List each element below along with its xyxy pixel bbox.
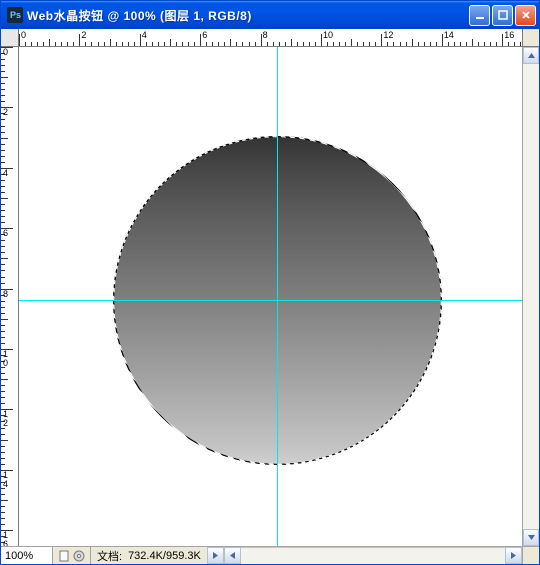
ruler-h-label: 0 [21,30,26,40]
guide-horizontal[interactable] [19,300,522,301]
ruler-h-label: 12 [383,30,393,40]
maximize-button[interactable] [492,5,513,26]
document-window: Ps Web水晶按钮 @ 100% (图层 1, RGB/8) 0 2 4 6 8 10 1… [0,0,540,565]
ruler-origin[interactable] [1,29,19,46]
ruler-v-label: 2 [3,108,8,117]
ruler-v-label: 2 [3,419,8,428]
ruler-v-label: 8 [3,290,8,299]
titlebar[interactable]: Ps Web水晶按钮 @ 100% (图层 1, RGB/8) [1,1,539,29]
disc-icon [73,550,85,562]
zoom-level[interactable]: 100% [1,547,53,564]
canvas[interactable] [19,47,522,546]
ruler-vertical[interactable]: 0246810121416 [1,47,19,546]
ruler-h-label: 16 [504,30,514,40]
chevron-right-icon [511,552,516,559]
ruler-v-label: 0 [3,359,8,368]
ruler-h-label: 4 [142,30,147,40]
scroll-down-button[interactable] [523,529,539,546]
status-doc-size: 732.4K/959.3K [128,547,207,564]
close-button[interactable] [515,5,536,26]
minimize-button[interactable] [469,5,490,26]
ruler-v-label: 4 [3,480,8,489]
chevron-right-icon [213,552,218,559]
chevron-left-icon [230,552,235,559]
chevron-down-icon [528,535,535,540]
status-menu-button[interactable] [207,547,224,564]
ruler-v-label: 4 [3,169,8,178]
scrollbar-corner-top [522,29,539,46]
scrollbar-horizontal[interactable] [224,547,522,564]
status-icons[interactable] [53,547,91,564]
ruler-h-label: 2 [81,30,86,40]
mid-row: 0246810121416 [1,47,539,546]
scrollbar-vertical[interactable] [522,47,539,546]
page-icon [58,550,70,562]
ruler-h-label: 14 [444,30,454,40]
window-title: Web水晶按钮 @ 100% (图层 1, RGB/8) [27,7,467,24]
scroll-right-button[interactable] [505,547,522,564]
scroll-track-vertical[interactable] [523,64,539,529]
scroll-left-button[interactable] [224,547,241,564]
status-doc-label: 文档: [91,547,128,564]
chevron-up-icon [528,53,535,58]
photoshop-icon: Ps [7,7,23,23]
ruler-horizontal[interactable]: 0 2 4 6 8 10 12 14 16 [19,29,522,46]
ruler-v-label: 6 [3,540,8,546]
workspace: 0 2 4 6 8 10 12 14 16 0 2 4 6 8 10 12 14 16 [1,29,539,564]
ruler-h-label: 10 [323,30,333,40]
svg-text:Ps: Ps [10,10,21,20]
scrollbar-corner-bottom [522,547,539,564]
guide-vertical[interactable] [277,47,278,546]
status-bar: 100% 文档: 732.4K/959.3K [1,546,539,564]
ruler-v-label: 6 [3,229,8,238]
ruler-h-label: 6 [202,30,207,40]
ruler-row-top: 0 2 4 6 8 10 12 14 16 [1,29,539,47]
ruler-h-label: 8 [263,30,268,40]
ruler-v-label: 0 [3,48,8,57]
scroll-up-button[interactable] [523,47,539,64]
scroll-track-horizontal[interactable] [241,547,505,564]
